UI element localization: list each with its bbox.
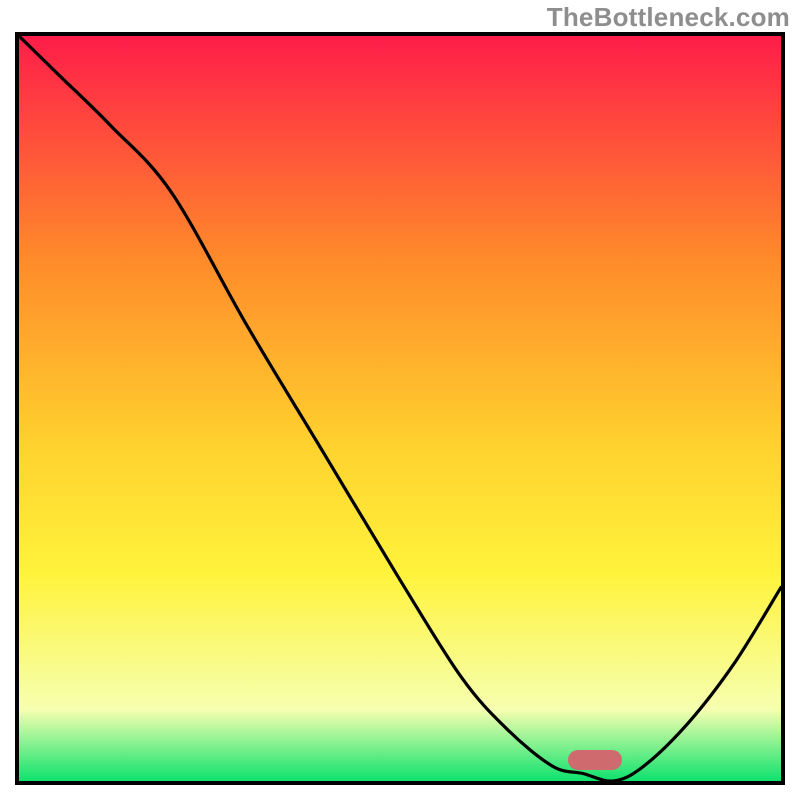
chart-stage: TheBottleneck.com — [0, 0, 800, 800]
plot-svg — [15, 32, 785, 785]
watermark-text: TheBottleneck.com — [547, 2, 790, 33]
min-marker — [568, 750, 622, 770]
plot-frame — [15, 32, 785, 785]
